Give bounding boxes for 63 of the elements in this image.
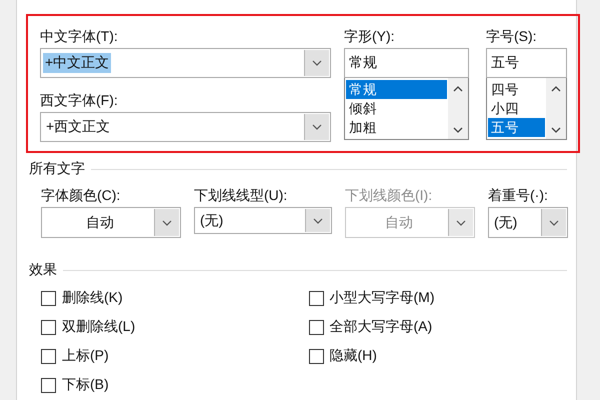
dropdown-button[interactable] [541,209,566,236]
input-field[interactable]: 常规 [344,48,469,78]
chevron-up-icon [551,86,561,92]
dropdown-button[interactable] [448,209,473,236]
dropdown-button[interactable] [154,209,179,236]
dropdown-button[interactable] [304,50,329,76]
checkbox-label: 双删除线(L) [62,318,136,336]
dropdown-button[interactable] [305,209,330,232]
chevron-down-icon [312,60,322,66]
input-field[interactable]: 五号 [486,48,567,78]
field-label: 中文字体(T): [40,27,119,46]
chevron-down-icon [549,220,559,226]
group-title: 所有文字 [29,160,85,178]
chevron-down-icon [551,127,561,133]
dropdown[interactable]: (无) [194,207,332,234]
field-value: 自动 [384,214,414,232]
dropdown[interactable]: (无) [488,207,568,238]
scrollbar[interactable] [448,78,468,139]
checkbox[interactable] [308,290,324,306]
list-item[interactable]: 倾斜 [346,99,447,118]
field-value: +西文正文 [45,118,112,136]
checkbox-label: 下标(B) [62,376,109,394]
checkbox[interactable] [308,348,324,364]
list-item[interactable]: 五号 [488,118,545,137]
checkbox[interactable] [41,320,56,334]
field-label: 下划线颜色(I): [345,186,434,205]
chevron-down-icon [453,127,463,133]
checkbox[interactable] [41,348,56,364]
font-combo-box[interactable]: +西文正文 [40,112,331,142]
checkbox-label: 小型大写字母(M) [330,289,434,307]
group-title: 效果 [29,261,57,279]
chevron-down-icon [312,124,322,130]
checkbox[interactable] [41,290,56,306]
field-label: 字体颜色(C): [41,186,122,205]
scrollbar[interactable] [546,78,566,139]
list-item[interactable]: 加粗 [346,118,447,137]
chevron-down-icon [313,218,323,224]
field-label: 着重号(·): [488,186,549,205]
field-label: 西文字体(F): [40,91,119,110]
checkbox[interactable] [308,320,324,334]
field-label: 字形(Y): [344,27,396,46]
dropdown-button[interactable] [304,114,329,140]
field-value: +中文正文 [43,53,112,73]
dropdown[interactable]: 自动 [41,207,181,238]
checkbox-label: 上标(P) [62,347,109,365]
list-item[interactable]: 常规 [346,80,447,99]
checkbox-label: 隐藏(H) [330,347,377,365]
field-value: (无) [199,212,224,230]
font-combo-box[interactable]: +中文正文 [40,48,331,78]
field-value: 自动 [85,214,115,232]
checkbox[interactable] [41,378,56,392]
chevron-down-icon [456,220,466,226]
list-box[interactable]: 四号 小四 五号 [486,78,567,140]
field-label: 下划线线型(U): [194,186,288,205]
list-item[interactable]: 四号 [488,80,545,99]
chevron-up-icon [453,86,463,92]
field-value: (无) [493,214,518,232]
checkbox-label: 删除线(K) [62,289,123,307]
field-label: 字号(S): [486,27,538,46]
list-item[interactable]: 小四 [488,99,545,118]
checkbox-label: 全部大写字母(A) [330,318,432,336]
list-box[interactable]: 常规 倾斜 加粗 [344,78,469,140]
chevron-down-icon [162,220,172,226]
